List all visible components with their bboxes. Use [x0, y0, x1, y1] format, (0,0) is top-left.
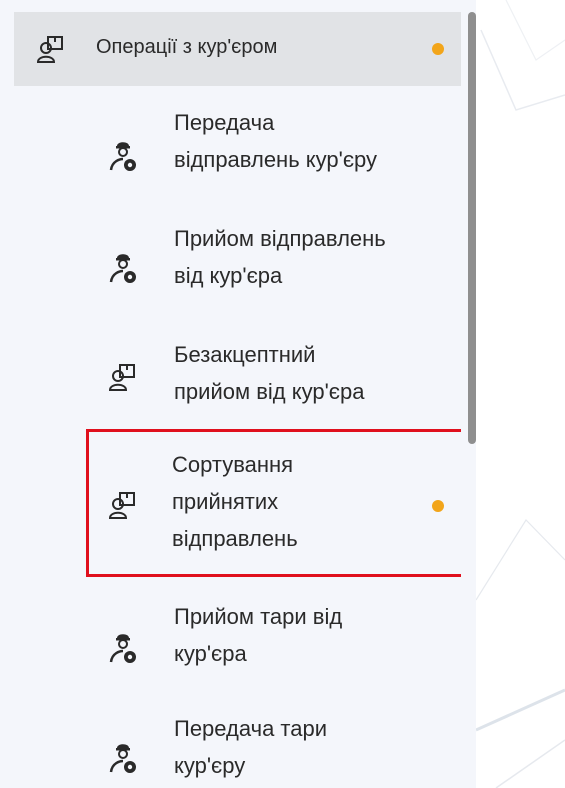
status-indicator-dot: [432, 500, 444, 512]
menu-item-courier-receive[interactable]: Прийом відправлень від кур'єра: [14, 220, 461, 320]
scrollbar-thumb[interactable]: [468, 12, 476, 444]
courier-person-icon: [108, 632, 138, 664]
menu-item-label: Передача тари кур'єру: [174, 716, 328, 778]
courier-person-icon: [108, 742, 138, 774]
courier-person-icon: [108, 252, 138, 284]
menu-item-label: Безакцептний прийом від кур'єра: [174, 342, 365, 404]
sidebar-menu: Операції з кур'єром Передача відправлень…: [0, 0, 476, 788]
box-person-icon: [36, 34, 66, 64]
courier-person-icon: [108, 140, 138, 172]
menu-item-label: Передача відправлень кур'єру: [174, 110, 378, 172]
menu-item-sort-received[interactable]: Сортування прийнятих відправлень: [14, 446, 461, 572]
menu-group-label: Операції з кур'єром: [96, 36, 278, 58]
map-background: [476, 0, 565, 788]
menu-item-label: Прийом відправлень від кур'єра: [174, 226, 386, 288]
menu-item-container-receive[interactable]: Прийом тари від кур'єра: [14, 598, 461, 698]
menu-item-courier-handover[interactable]: Передача відправлень кур'єру: [14, 104, 461, 204]
box-person-icon: [108, 490, 138, 522]
menu-item-label: Прийом тари від кур'єра: [174, 604, 343, 666]
box-person-icon: [108, 362, 138, 394]
menu-item-label: Сортування прийнятих відправлень: [172, 452, 298, 551]
menu-item-container-handover[interactable]: Передача тари кур'єру: [14, 710, 461, 788]
status-indicator-dot: [432, 43, 444, 55]
menu-group-courier-operations[interactable]: Операції з кур'єром: [14, 12, 461, 86]
menu-item-acceptless-receive[interactable]: Безакцептний прийом від кур'єра: [14, 336, 461, 436]
